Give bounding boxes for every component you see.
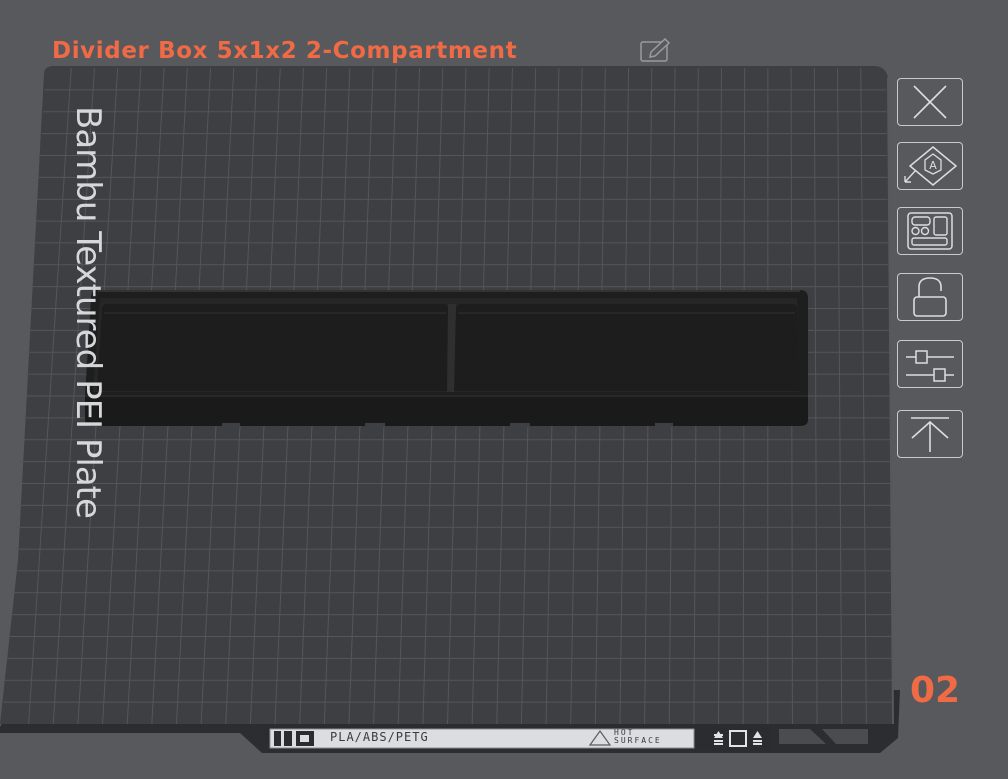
plate-settings-button[interactable] (897, 340, 963, 388)
move-top-icon (911, 417, 949, 452)
arrange-icon (907, 212, 953, 250)
orient-icon: A (904, 146, 958, 186)
arrange-button[interactable] (897, 207, 963, 255)
build-plate[interactable] (0, 0, 1008, 779)
close-icon (913, 85, 947, 119)
sliders-icon (906, 350, 954, 382)
svg-text:A: A (929, 159, 937, 172)
hot-surface-label: HOT SURFACE (614, 729, 662, 745)
surface-label: SURFACE (614, 736, 662, 745)
auto-orient-button[interactable]: A (897, 142, 963, 190)
model-divider-box[interactable] (85, 290, 808, 427)
plate-materials-label: PLA/ABS/PETG (330, 730, 429, 744)
lock-icon (913, 277, 947, 317)
plate-title: Divider Box 5x1x2 2-Compartment (52, 38, 518, 64)
delete-plate-button[interactable] (897, 78, 963, 126)
plate-type-label: Bambu Textured PEI Plate (68, 106, 108, 518)
plate-number: 02 (910, 670, 961, 711)
lock-plate-button[interactable] (897, 273, 963, 321)
move-to-top-button[interactable] (897, 410, 963, 458)
viewport-3d[interactable]: Divider Box 5x1x2 2-Compartment Bambu Te… (0, 0, 1008, 779)
edit-icon[interactable] (638, 37, 674, 66)
